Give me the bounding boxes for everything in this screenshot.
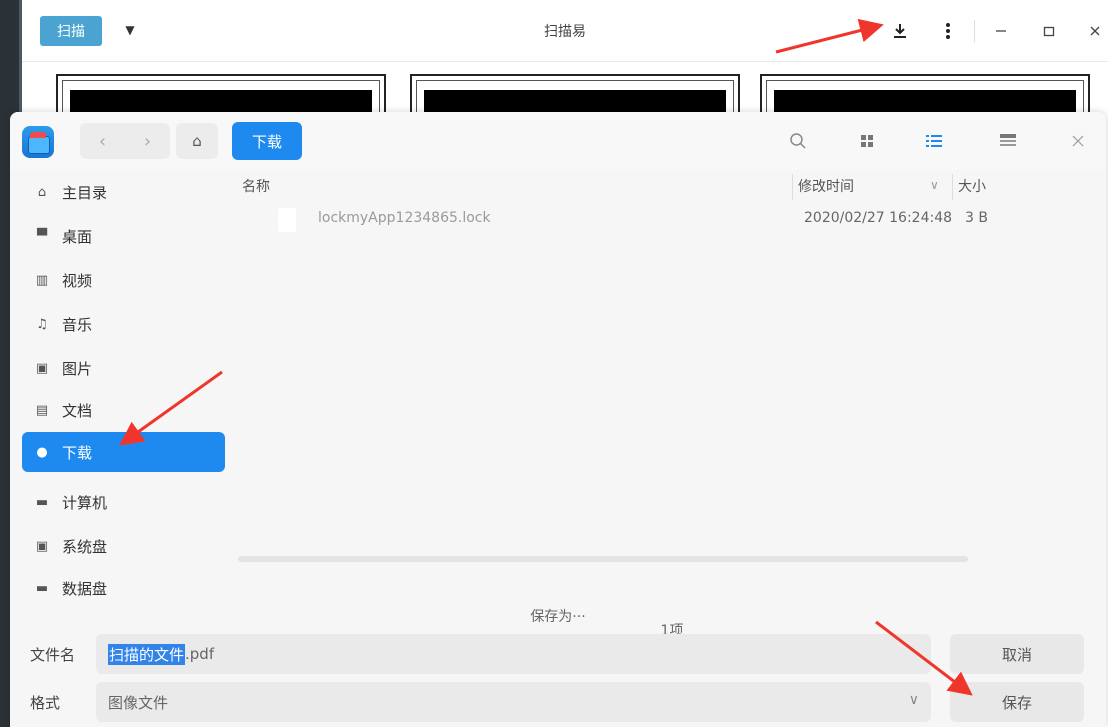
sidebar-item-label: 音乐 — [62, 315, 93, 334]
navigation-buttons: ‹ › — [80, 123, 170, 159]
filename-extension: .pdf — [185, 645, 215, 663]
file-name: lockmyApp1234865.lock — [318, 210, 491, 226]
disk-icon: ▣ — [35, 538, 49, 554]
sidebar-item-documents[interactable]: ▤ 文档 — [22, 390, 225, 430]
computer-icon: ▬ — [35, 494, 49, 510]
close-glyph — [1090, 26, 1100, 36]
maximize-glyph — [1043, 26, 1055, 37]
sidebar-item-label: 计算机 — [62, 493, 108, 512]
sidebar-item-label: 视频 — [62, 271, 93, 290]
list-view-icon[interactable] — [920, 127, 948, 155]
more-menu-glyph — [946, 23, 950, 39]
scan-button[interactable]: 扫描 — [40, 16, 102, 46]
close-icon[interactable] — [1082, 18, 1108, 44]
home-icon: ⌂ — [37, 184, 47, 200]
thumb-image — [424, 90, 726, 114]
dialog-close-icon[interactable] — [1064, 127, 1092, 155]
format-value: 图像文件 — [108, 693, 169, 712]
format-label: 格式 — [30, 694, 61, 712]
sidebar-item-label: 下载 — [62, 443, 93, 462]
file-size: 3 B — [965, 210, 988, 226]
scan-dropdown-icon[interactable]: ▼ — [122, 22, 138, 38]
sidebar-item-computer[interactable]: ▬ 计算机 — [22, 482, 225, 522]
chevron-down-icon: ∨ — [908, 692, 919, 708]
app-titlebar: 扫描易 扫描 ▼ — [22, 0, 1108, 62]
document-icon: ▤ — [35, 402, 49, 418]
forward-icon[interactable]: › — [125, 123, 170, 159]
save-button[interactable]: 保存 — [950, 682, 1084, 722]
filename-label: 文件名 — [30, 646, 76, 664]
home-icon[interactable]: ⌂ — [176, 123, 218, 159]
sidebar-item-downloads[interactable]: ● 下载 — [22, 432, 225, 472]
file-modified: 2020/02/27 16:24:48 — [804, 210, 953, 226]
sidebar-item-data-disk[interactable]: ▬ 数据盘 — [22, 568, 225, 608]
sidebar-item-label: 桌面 — [62, 227, 93, 246]
detail-view-glyph — [1000, 134, 1016, 146]
titlebar-separator — [974, 20, 975, 42]
music-icon: ♫ — [36, 316, 48, 332]
minimize-glyph — [996, 30, 1006, 32]
search-glyph — [790, 133, 806, 149]
download-icon-glyph — [894, 24, 906, 38]
sidebar-item-videos[interactable]: ▥ 视频 — [22, 260, 225, 300]
download-icon: ● — [36, 444, 48, 460]
desktop-icon: ▀ — [37, 228, 47, 244]
file-icon — [278, 208, 296, 232]
table-row[interactable]: lockmyApp1234865.lock 2020/02/27 16:24:4… — [238, 202, 1106, 236]
sidebar-item-home[interactable]: ⌂ 主目录 — [22, 172, 225, 212]
file-list: 名称 修改时间 ∨ 大小 lockmyApp1234865.lock 2020/… — [238, 170, 1106, 639]
dialog-toolbar: ‹ › ⌂ 下载 — [10, 112, 1106, 170]
list-view-glyph — [926, 135, 942, 147]
cancel-button[interactable]: 取消 — [950, 634, 1084, 674]
save-as-heading: 保存为··· — [530, 609, 586, 625]
sidebar-item-label: 图片 — [62, 359, 93, 378]
search-icon[interactable] — [784, 127, 812, 155]
file-manager-logo-icon — [22, 126, 54, 158]
detail-view-icon[interactable] — [994, 127, 1022, 155]
picture-icon: ▣ — [35, 360, 49, 376]
sort-chevron-down-icon[interactable]: ∨ — [930, 178, 939, 192]
filename-input[interactable]: 扫描的文件 .pdf — [96, 634, 931, 674]
thumb-image — [70, 90, 372, 114]
thumb-image — [774, 90, 1076, 114]
scanned-page-thumbnail[interactable] — [56, 74, 386, 114]
column-separator — [792, 174, 793, 200]
dialog-close-glyph — [1072, 135, 1084, 147]
video-icon: ▥ — [35, 272, 49, 288]
column-header-modified[interactable]: 修改时间 — [798, 176, 854, 196]
more-menu-icon[interactable] — [935, 18, 961, 44]
icon-view-glyph — [861, 135, 873, 147]
back-icon[interactable]: ‹ — [80, 123, 125, 159]
scanned-page-thumbnail[interactable] — [760, 74, 1090, 114]
column-header-name[interactable]: 名称 — [242, 176, 270, 196]
minimize-icon[interactable] — [988, 18, 1014, 44]
horizontal-scrollbar[interactable] — [238, 556, 968, 562]
sidebar-item-system-disk[interactable]: ▣ 系统盘 — [22, 526, 225, 566]
sidebar: ⌂ 主目录 ▀ 桌面 ▥ 视频 ♫ 音乐 ▣ 图片 ▤ 文档 ● 下载 ▬ 计算机 ▣ 系统盘 ▬… — [10, 170, 238, 598]
breadcrumb-downloads[interactable]: 下载 — [232, 122, 302, 160]
sidebar-item-label: 文档 — [62, 401, 93, 420]
sidebar-item-label: 主目录 — [62, 183, 108, 202]
column-separator — [952, 174, 953, 200]
sidebar-item-label: 数据盘 — [62, 579, 108, 598]
sidebar-item-music[interactable]: ♫ 音乐 — [22, 304, 225, 344]
filename-selected-text: 扫描的文件 — [108, 643, 186, 665]
sidebar-item-pictures[interactable]: ▣ 图片 — [22, 348, 225, 388]
disk-icon: ▬ — [35, 580, 49, 596]
save-file-dialog: ‹ › ⌂ 下载 ⌂ 主目录 ▀ 桌面 ▥ 视频 ♫ 音乐 ▣ 图片 ▤ 文档 ● 下载 ▬ 计… — [10, 112, 1106, 727]
icon-view-icon[interactable] — [853, 127, 881, 155]
sidebar-item-label: 系统盘 — [62, 537, 108, 556]
column-header-size[interactable]: 大小 — [958, 176, 986, 196]
sidebar-item-desktop[interactable]: ▀ 桌面 — [22, 216, 225, 256]
format-select[interactable]: 图像文件 ∨ — [96, 682, 931, 722]
download-icon[interactable] — [887, 18, 913, 44]
scanned-page-thumbnail[interactable] — [410, 74, 740, 114]
maximize-icon[interactable] — [1036, 18, 1062, 44]
